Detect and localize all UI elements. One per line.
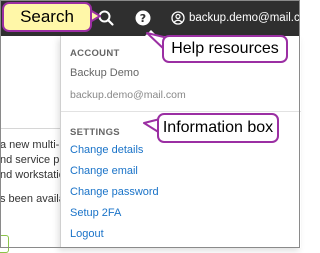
background-text-line: s been availab [0,193,62,205]
account-email-label: backup.demo@mail.com [189,12,316,24]
dropdown-caret [145,30,157,36]
background-article-text: a new multi-ins nd service provi nd work… [0,138,62,207]
settings-section-label: SETTINGS [70,127,120,138]
change-password-link[interactable]: Change password [70,182,159,203]
account-menu-button[interactable]: backup.demo@mail.com [171,8,316,28]
search-icon[interactable] [97,9,115,27]
background-divider [0,128,60,129]
change-email-link[interactable]: Change email [70,161,159,182]
account-email: backup.demo@mail.com [70,89,186,101]
svg-text:?: ? [140,12,146,25]
setup-2fa-link[interactable]: Setup 2FA [70,203,159,224]
change-details-link[interactable]: Change details [70,140,159,161]
background-text-line: nd service provi [0,154,62,166]
logout-link[interactable]: Logout [70,224,159,245]
background-green-button[interactable] [0,235,9,253]
user-circle-icon [171,11,185,25]
background-text-line: a new multi-ins [0,139,62,151]
background-text-line: nd workstations [0,169,62,181]
menu-divider [61,111,301,112]
help-question-icon[interactable]: ? [134,9,152,27]
account-section-label: ACCOUNT [70,48,120,59]
account-name: Backup Demo [70,67,140,79]
settings-list: Change details Change email Change passw… [70,140,159,245]
information-box-callout: Information box [157,113,279,143]
help-resources-callout: Help resources [162,35,288,63]
search-callout: Search [2,2,92,32]
